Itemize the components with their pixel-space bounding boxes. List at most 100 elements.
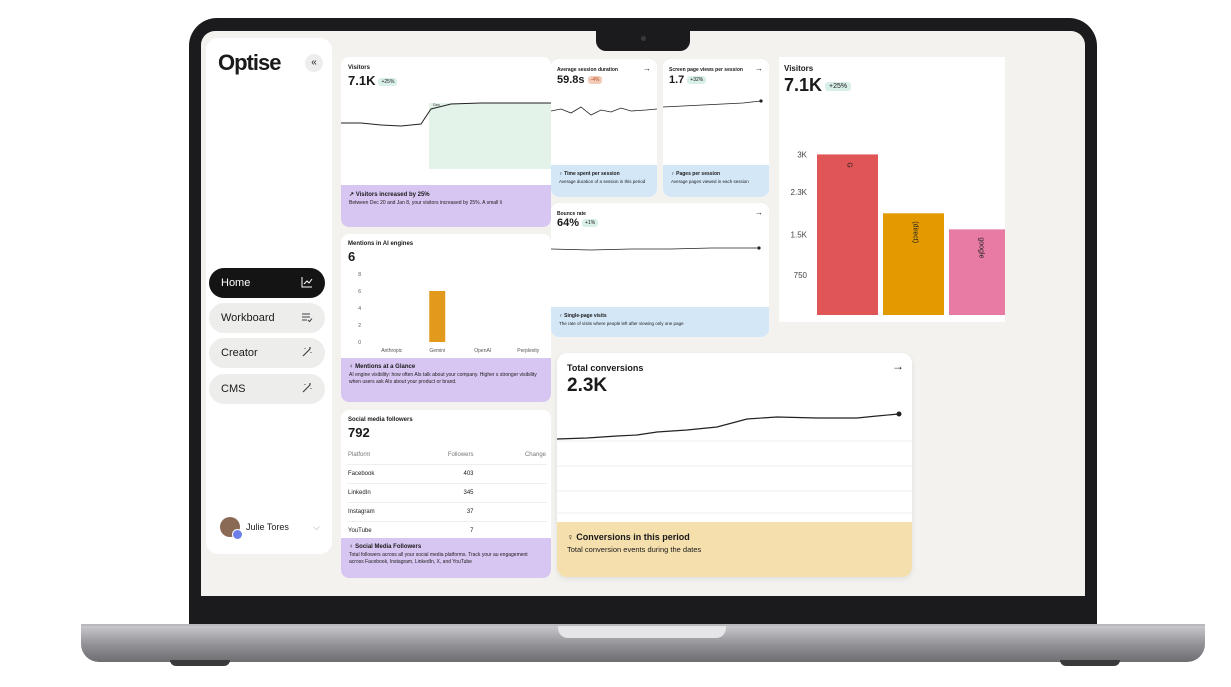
visitors-bar-chart: 750 1.5K 2.3K 3K G (direct) google xyxy=(791,150,1005,315)
mentions-card[interactable]: Mentions in AI engines 6 0 2 4 6 8 Anthropic G… xyxy=(341,234,551,402)
arrow-right-icon[interactable]: → xyxy=(643,64,651,73)
x-tick-label: OpenAI xyxy=(474,348,491,354)
insight-panel: ♀ Time spent per session Average duratio… xyxy=(551,165,657,197)
y-tick-label: 8 xyxy=(358,272,361,278)
chart-line-icon xyxy=(301,276,313,291)
bounce-rate-card[interactable]: Bounce rate → 64% +1% ♀ Single-page visit… xyxy=(551,203,769,337)
card-label: Total conversions xyxy=(567,363,644,373)
card-label: Average session duration xyxy=(557,67,618,73)
x-tick-label: Anthropic xyxy=(381,348,403,354)
trend-up-icon: ↗ xyxy=(349,192,355,198)
camera-icon xyxy=(641,36,646,41)
avatar-badge-icon xyxy=(232,529,243,540)
nav-item-label: CMS xyxy=(221,383,246,395)
mentions-value: 6 xyxy=(348,249,356,264)
insight-title: ↗ Visitors increased by 25% xyxy=(349,192,430,198)
social-table: Platform Followers Change Facebook 403 Li… xyxy=(347,446,547,540)
y-tick-label: 4 xyxy=(358,306,361,312)
conversions-line-chart xyxy=(557,411,912,514)
insight-panel: ♀ Mentions at a Glance AI engine visibil… xyxy=(341,358,551,402)
arrow-right-icon[interactable]: → xyxy=(755,208,763,217)
card-label: Screen page views per session xyxy=(669,67,743,73)
nav-item-label: Home xyxy=(221,277,251,289)
conversions-card[interactable]: Total conversions → 2.3K ♀ Conversions i… xyxy=(557,353,912,577)
table-header-row: Platform Followers Change xyxy=(347,446,547,464)
card-label: Mentions in AI engines xyxy=(348,241,414,247)
nav-item-label: Workboard xyxy=(221,312,275,324)
lightbulb-icon: ♀ xyxy=(349,364,354,370)
card-value: 7.1K +25% xyxy=(348,73,398,88)
avatar xyxy=(220,517,243,540)
magic-wand-icon xyxy=(301,346,313,361)
bar xyxy=(429,291,446,342)
lightbulb-icon: ♀ xyxy=(559,313,563,319)
y-tick-label: 2.3K xyxy=(791,188,808,197)
insight-panel: ↗ Visitors increased by 25% Between Dec … xyxy=(341,185,551,227)
card-value: 59.8s -4% xyxy=(557,74,603,86)
change-badge: +32% xyxy=(687,76,707,85)
arrow-right-icon[interactable]: → xyxy=(892,359,904,373)
insight-panel: ♀ Pages per session Average pages viewed… xyxy=(663,165,769,197)
visitors-value: 7.1K xyxy=(348,73,376,88)
arrow-right-icon[interactable]: → xyxy=(755,64,763,73)
marker-label: Dec xyxy=(433,102,440,107)
y-tick-label: 750 xyxy=(794,271,808,280)
y-tick-label: 3K xyxy=(797,150,807,159)
lightbulb-icon: ♀ xyxy=(671,171,675,177)
column-header: Platform xyxy=(348,451,371,458)
insight-panel: ♀ Single-page visits The rate of visits … xyxy=(551,307,769,337)
card-value: 64% +1% xyxy=(557,217,599,229)
collapse-sidebar-button[interactable]: « xyxy=(305,54,323,72)
bar-label: google xyxy=(978,237,985,258)
list-check-icon xyxy=(301,311,313,326)
nav-item-cms[interactable]: CMS xyxy=(209,374,325,404)
camera-notch xyxy=(596,31,690,51)
insight-panel: ♀ Conversions in this period Total conve… xyxy=(557,522,912,577)
social-followers-card[interactable]: Social media followers 792 Platform Foll… xyxy=(341,410,551,578)
magic-wand-icon xyxy=(301,382,313,397)
visitors-sources-card[interactable]: Visitors 7.1K +25% 750 1.5K 2.3K 3K G (direct)… xyxy=(779,57,1005,322)
nav-item-home[interactable]: Home xyxy=(209,268,325,298)
session-duration-card[interactable]: Average session duration → 59.8s -4% ♀ Ti… xyxy=(551,59,657,197)
user-profile[interactable]: Julie Tores xyxy=(220,517,289,540)
bar xyxy=(949,229,1005,315)
visitors-card[interactable]: Visitors 7.1K +25% Dec ↗ Visitors increas… xyxy=(341,57,551,227)
bar-label: (direct) xyxy=(912,221,919,243)
social-value: 792 xyxy=(348,425,370,440)
pages-line-chart xyxy=(663,99,763,108)
insight-panel: ♀ Social Media Followers Total followers… xyxy=(341,538,551,578)
laptop-hinge xyxy=(558,626,726,638)
column-header: Change xyxy=(524,451,546,458)
y-tick-label: 0 xyxy=(358,340,361,346)
session-duration-line-chart xyxy=(551,106,657,116)
visitors-line-chart: Dec xyxy=(341,102,551,169)
lightbulb-icon: ♀ xyxy=(349,544,354,550)
table-row: Facebook 403 xyxy=(347,464,547,483)
user-name: Julie Tores xyxy=(246,522,289,532)
nav-item-workboard[interactable]: Workboard xyxy=(209,303,325,333)
change-badge: +1% xyxy=(582,219,599,228)
chevron-down-icon[interactable]: ⌵ xyxy=(313,522,320,533)
conversions-value: 2.3K xyxy=(567,375,608,396)
card-label: Social media followers xyxy=(348,417,413,423)
change-badge: +25% xyxy=(378,77,398,86)
bar-label: G xyxy=(846,162,853,167)
laptop-foot xyxy=(170,660,230,666)
lightbulb-icon: ♀ xyxy=(559,171,563,177)
lightbulb-icon: ♀ xyxy=(567,532,574,542)
card-value: 1.7 +32% xyxy=(669,74,707,86)
laptop-foot xyxy=(1060,660,1120,666)
highlight-region xyxy=(429,103,551,169)
change-badge: -4% xyxy=(587,76,603,85)
y-tick-label: 2 xyxy=(358,323,361,329)
nav-item-label: Creator xyxy=(221,347,258,359)
nav-item-creator[interactable]: Creator xyxy=(209,338,325,368)
pages-per-session-card[interactable]: Screen page views per session → 1.7 +32% … xyxy=(663,59,769,197)
bounce-line-chart xyxy=(551,246,761,251)
x-tick-label: Perplexity xyxy=(517,348,539,354)
table-row: Instagram 37 xyxy=(347,502,547,521)
y-tick-label: 1.5K xyxy=(791,231,808,240)
column-header: Followers xyxy=(447,451,474,458)
insight-text: Between Dec 20 and Jan 8, your visitors … xyxy=(349,200,502,206)
x-tick-label: Gemini xyxy=(429,348,445,354)
